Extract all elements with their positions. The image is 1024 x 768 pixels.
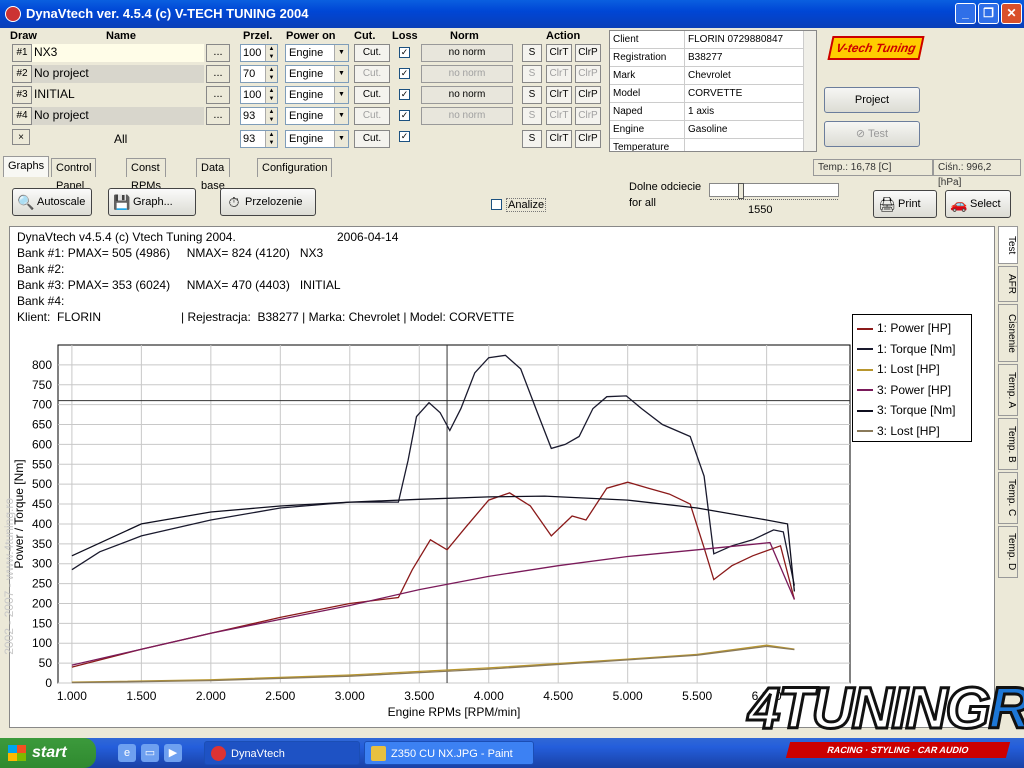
task-paint-label: Z350 CU NX.JPG - Paint: [391, 748, 513, 760]
x-axis-label: Engine RPMs [RPM/min]: [388, 705, 521, 719]
legend-item: 3: Lost [HP]: [857, 421, 940, 441]
x-tick-label: 3.000: [335, 689, 365, 703]
y-tick-label: 650: [32, 418, 52, 432]
legend-item: 1: Power [HP]: [857, 318, 951, 338]
legend-label: 1: Power [HP]: [877, 321, 952, 335]
legend-label: 1: Torque [Nm]: [877, 341, 956, 356]
y-tick-label: 600: [32, 437, 52, 451]
paint-task-icon: [371, 746, 386, 761]
y-tick-label: 500: [32, 477, 52, 491]
x-tick-label: 1.000: [57, 689, 87, 703]
legend-label: 3: Power [HP]: [877, 382, 952, 397]
x-tick-label: 2.000: [196, 689, 226, 703]
legend-label: 3: Torque [Nm]: [877, 403, 956, 417]
legend-label: 3: Lost [HP]: [877, 423, 940, 438]
y-tick-label: 550: [32, 457, 52, 471]
start-label: start: [32, 744, 67, 761]
media-quicklaunch-icon[interactable]: ▶: [164, 744, 182, 762]
brand-tagline: RACING · STYLING · CAR AUDIO: [785, 742, 1011, 758]
y-tick-label: 200: [32, 596, 52, 610]
legend-swatch: [857, 430, 873, 433]
x-tick-label: 3.500: [404, 689, 434, 703]
y-tick-label: 100: [32, 636, 52, 650]
task-paint[interactable]: Z350 CU NX.JPG - Paint: [364, 741, 534, 765]
y-tick-label: 0: [45, 676, 52, 690]
y-tick-label: 250: [32, 577, 52, 591]
4tuning-brand-logo: 4TUNINGRO RACING · STYLING · CAR AUDIO: [747, 675, 1024, 764]
dynavtech-task-icon: [211, 746, 226, 761]
desktop-quicklaunch-icon[interactable]: ▭: [141, 744, 159, 762]
x-tick-label: 1.500: [126, 689, 156, 703]
y-tick-label: 700: [32, 398, 52, 412]
brand-suffix: RO: [987, 675, 1024, 743]
y-tick-label: 400: [32, 517, 52, 531]
legend-item: 3: Power [HP]: [857, 380, 951, 400]
legend-swatch: [857, 409, 873, 412]
y-tick-label: 300: [32, 557, 52, 571]
start-button[interactable]: start: [0, 738, 96, 768]
y-tick-label: 800: [32, 358, 52, 372]
task-dynavtech[interactable]: DynaVtech: [204, 741, 360, 765]
x-tick-label: 4.500: [543, 689, 573, 703]
legend-swatch: [857, 348, 873, 351]
legend-swatch: [857, 327, 873, 330]
chart-legend: 1: Power [HP] 1: Torque [Nm] 1: Lost [HP] 3…: [852, 314, 972, 442]
y-tick-label: 350: [32, 537, 52, 551]
task-dynavtech-label: DynaVtech: [231, 748, 285, 760]
x-tick-label: 4.000: [474, 689, 504, 703]
copyright-watermark: 2002 - 2007 - www.4tuning.ro: [2, 498, 16, 655]
y-tick-label: 750: [32, 378, 52, 392]
x-tick-label: 5.000: [613, 689, 643, 703]
legend-swatch: [857, 368, 873, 371]
legend-item: 1: Torque [Nm]: [857, 339, 955, 359]
windows-flag-icon: [8, 745, 26, 761]
legend-item: 1: Lost [HP]: [857, 359, 940, 379]
x-tick-label: 2.500: [265, 689, 295, 703]
legend-swatch: [857, 389, 873, 392]
y-tick-label: 150: [32, 616, 52, 630]
ie-quicklaunch-icon[interactable]: e: [118, 744, 136, 762]
legend-item: 3: Torque [Nm]: [857, 400, 955, 420]
y-tick-label: 50: [39, 656, 53, 670]
legend-label: 1: Lost [HP]: [877, 362, 940, 376]
brand-main: 4TUNING: [747, 675, 993, 743]
y-tick-label: 450: [32, 497, 52, 511]
x-tick-label: 5.500: [682, 689, 712, 703]
